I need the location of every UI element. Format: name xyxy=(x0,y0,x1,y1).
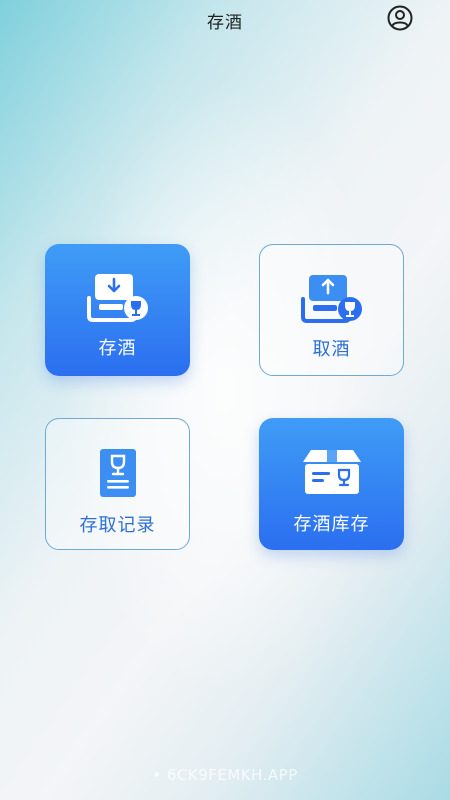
take-wine-tile[interactable]: 取酒 xyxy=(259,244,404,376)
tile-label: 取酒 xyxy=(312,339,351,360)
tile-label: 存酒 xyxy=(98,338,137,359)
wine-box-inventory-icon xyxy=(302,450,361,494)
watermark: • 6CK9FEMKH.APP xyxy=(152,766,298,784)
records-tile[interactable]: 存取记录 xyxy=(45,418,190,550)
profile-button[interactable] xyxy=(386,4,414,32)
wine-record-document-icon xyxy=(99,449,136,497)
background-glow xyxy=(60,80,390,700)
user-circle-icon xyxy=(387,5,413,31)
tile-label: 存取记录 xyxy=(79,515,156,536)
deposit-tray-wine-icon xyxy=(86,274,148,322)
tile-label: 存酒库存 xyxy=(293,514,370,535)
wine-inventory-tile[interactable]: 存酒库存 xyxy=(259,418,404,550)
store-wine-tile[interactable]: 存酒 xyxy=(45,244,190,376)
withdraw-tray-wine-icon xyxy=(300,275,362,323)
page-title: 存酒 xyxy=(207,13,243,33)
app-header: 存酒 xyxy=(0,0,450,36)
